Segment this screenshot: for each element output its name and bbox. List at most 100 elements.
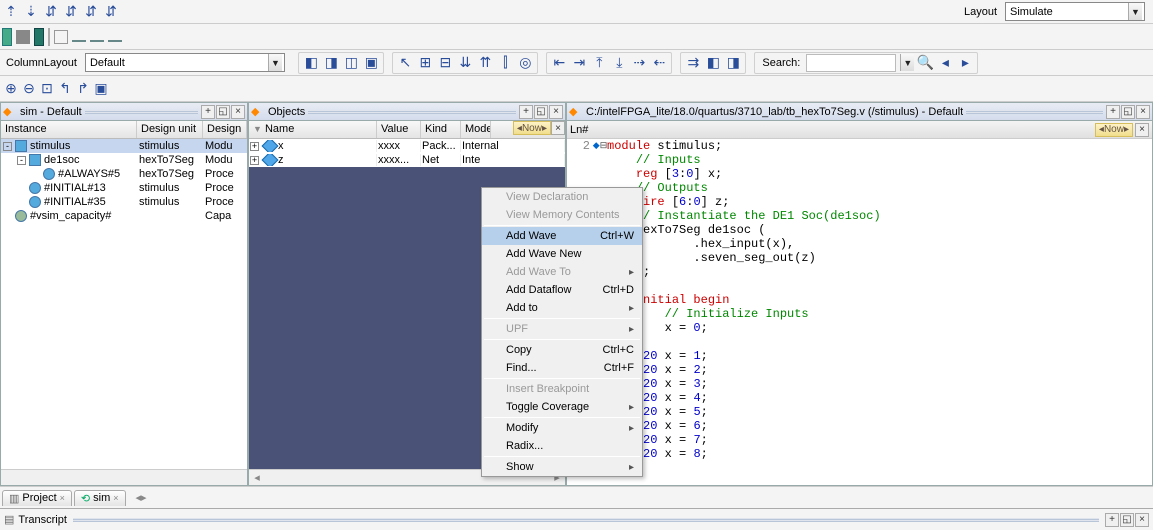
col-name[interactable]: ▼ Name: [249, 121, 377, 138]
col-value[interactable]: Value: [377, 121, 421, 138]
ctx-modify[interactable]: Modify▸: [482, 419, 642, 437]
col-kind[interactable]: Kind: [421, 121, 461, 138]
col-design[interactable]: Design: [203, 121, 247, 138]
tool-icon[interactable]: ◨: [322, 54, 340, 72]
tool-icon[interactable]: ⇈: [476, 54, 494, 72]
close-icon[interactable]: ×: [60, 493, 65, 503]
search-go-icon[interactable]: 🔍: [916, 54, 934, 72]
signal-icon[interactable]: ⇣: [22, 3, 40, 21]
layout-select[interactable]: Simulate ▼: [1005, 2, 1145, 21]
panel-dock-icon[interactable]: ◱: [216, 105, 230, 119]
search-next-icon[interactable]: ▸: [956, 54, 974, 72]
sim-tree[interactable]: -stimulusstimulusModu-de1sochexTo7SegMod…: [1, 139, 247, 469]
panel-close-icon[interactable]: ×: [231, 105, 245, 119]
tab-scroll-right-icon[interactable]: ▸: [141, 491, 147, 504]
cursor-icon[interactable]: ↖: [396, 54, 414, 72]
now-button[interactable]: ◂ Now ▸: [513, 121, 551, 135]
step-icon[interactable]: ⇠: [650, 54, 668, 72]
step-icon[interactable]: ⇥: [570, 54, 588, 72]
col-mode[interactable]: Mode: [461, 121, 491, 138]
signal-icon[interactable]: ⇵: [102, 3, 120, 21]
ctx-add-dataflow[interactable]: Add DataflowCtrl+D: [482, 281, 642, 299]
objects-panel: ◆ Objects + ◱ × ▼ Name Value Kind Mode ◂…: [248, 102, 566, 486]
source-panel: ◆ C:/intelFPGA_lite/18.0/quartus/3710_la…: [566, 102, 1153, 486]
cursor-left-icon[interactable]: ↰: [56, 80, 74, 98]
tool-icon[interactable]: ⇊: [456, 54, 474, 72]
sim-tree-row[interactable]: #INITIAL#35stimulusProce: [1, 195, 247, 209]
object-row[interactable]: + zxxxx...NetInte: [249, 153, 565, 167]
tool-icon[interactable]: ◧: [302, 54, 320, 72]
sep-icon: [48, 28, 50, 46]
step-icon[interactable]: ⇢: [630, 54, 648, 72]
panel-dock-icon[interactable]: ◱: [534, 105, 548, 119]
sim-tree-row[interactable]: -de1sochexTo7SegModu: [1, 153, 247, 167]
pulse-icon[interactable]: [108, 32, 122, 42]
block-icon[interactable]: [2, 28, 12, 46]
tool-icon[interactable]: ◎: [516, 54, 534, 72]
sim-tree-row[interactable]: -stimulusstimulusModu: [1, 139, 247, 153]
search-prev-icon[interactable]: ◂: [936, 54, 954, 72]
columnlayout-select[interactable]: Default ▼: [85, 53, 285, 72]
signal-icon[interactable]: ⇡: [2, 3, 20, 21]
panel-plus-icon[interactable]: +: [201, 105, 215, 119]
panel-plus-icon[interactable]: +: [1105, 513, 1119, 527]
panel-plus-icon[interactable]: +: [1106, 105, 1120, 119]
ctx-add-wave[interactable]: Add WaveCtrl+W: [482, 227, 642, 245]
block-icon[interactable]: [16, 30, 30, 44]
now-button[interactable]: ◂ Now ▸: [1095, 123, 1133, 137]
signal-icon[interactable]: ⇵: [82, 3, 100, 21]
step-icon[interactable]: ⤓: [610, 54, 628, 72]
step-icon[interactable]: ⇤: [550, 54, 568, 72]
panel-close-icon[interactable]: ×: [1135, 123, 1149, 137]
ctx-add-wave-new[interactable]: Add Wave New: [482, 245, 642, 263]
tool-icon[interactable]: ⊟: [436, 54, 454, 72]
panel-close-icon[interactable]: ×: [549, 105, 563, 119]
zoom-out-icon[interactable]: ⊖: [20, 80, 38, 98]
tool-icon[interactable]: ⫿: [496, 54, 514, 72]
sim-tree-row[interactable]: #INITIAL#13stimulusProce: [1, 181, 247, 195]
panel-close-icon[interactable]: ×: [1135, 513, 1149, 527]
context-menu: View DeclarationView Memory ContentsAdd …: [481, 187, 643, 477]
sim-tree-row[interactable]: #ALWAYS#5hexTo7SegProce: [1, 167, 247, 181]
tab-sim[interactable]: ⟲ sim ×: [74, 490, 126, 506]
tool-icon[interactable]: ⊞: [416, 54, 434, 72]
signal-icon[interactable]: ⇵: [42, 3, 60, 21]
panel-close-icon[interactable]: ×: [1136, 105, 1150, 119]
panel-plus-icon[interactable]: +: [519, 105, 533, 119]
col-instance[interactable]: Instance: [1, 121, 137, 138]
chevron-down-icon[interactable]: ▼: [900, 54, 914, 71]
scroll-left-icon[interactable]: ◂: [249, 471, 265, 484]
panel-close-icon[interactable]: ×: [551, 121, 565, 135]
panel-dock-icon[interactable]: ◱: [1120, 513, 1134, 527]
tool-icon[interactable]: ▣: [362, 54, 380, 72]
panel-dock-icon[interactable]: ◱: [1121, 105, 1135, 119]
step-icon[interactable]: ⤒: [590, 54, 608, 72]
ctx-radix-[interactable]: Radix...: [482, 437, 642, 455]
source-code[interactable]: 2◆⊟module stimulus; // Inputs reg [3:0] …: [567, 139, 1152, 485]
object-row[interactable]: + xxxxxPack...Internal: [249, 139, 565, 153]
merge-icon[interactable]: ⇉: [684, 54, 702, 72]
search-input[interactable]: [806, 54, 896, 72]
ctx-copy[interactable]: CopyCtrl+C: [482, 341, 642, 359]
signal-icon[interactable]: ⇵: [62, 3, 80, 21]
close-icon[interactable]: ×: [113, 493, 118, 503]
ctx-toggle-coverage[interactable]: Toggle Coverage▸: [482, 398, 642, 416]
tool-icon[interactable]: ◨: [724, 54, 742, 72]
tool-icon[interactable]: ◫: [342, 54, 360, 72]
pulse-icon[interactable]: [90, 32, 104, 42]
ctx-find-[interactable]: Find...Ctrl+F: [482, 359, 642, 377]
zoom-in-icon[interactable]: ⊕: [2, 80, 20, 98]
block-icon[interactable]: [54, 30, 68, 44]
block-icon[interactable]: [34, 28, 44, 46]
zoom-fit-icon[interactable]: ⊡: [38, 80, 56, 98]
sim-tree-row[interactable]: #vsim_capacity#Capa: [1, 209, 247, 223]
cursor-right-icon[interactable]: ↱: [74, 80, 92, 98]
expand-icon[interactable]: ▣: [92, 80, 110, 98]
ctx-add-to[interactable]: Add to▸: [482, 299, 642, 317]
toolbar-group: ↖ ⊞ ⊟ ⇊ ⇈ ⫿ ◎: [392, 52, 538, 74]
pulse-icon[interactable]: [72, 32, 86, 42]
tool-icon[interactable]: ◧: [704, 54, 722, 72]
col-designunit[interactable]: Design unit: [137, 121, 203, 138]
ctx-show[interactable]: Show▸: [482, 458, 642, 476]
tab-project[interactable]: ▥ Project ×: [2, 490, 72, 506]
